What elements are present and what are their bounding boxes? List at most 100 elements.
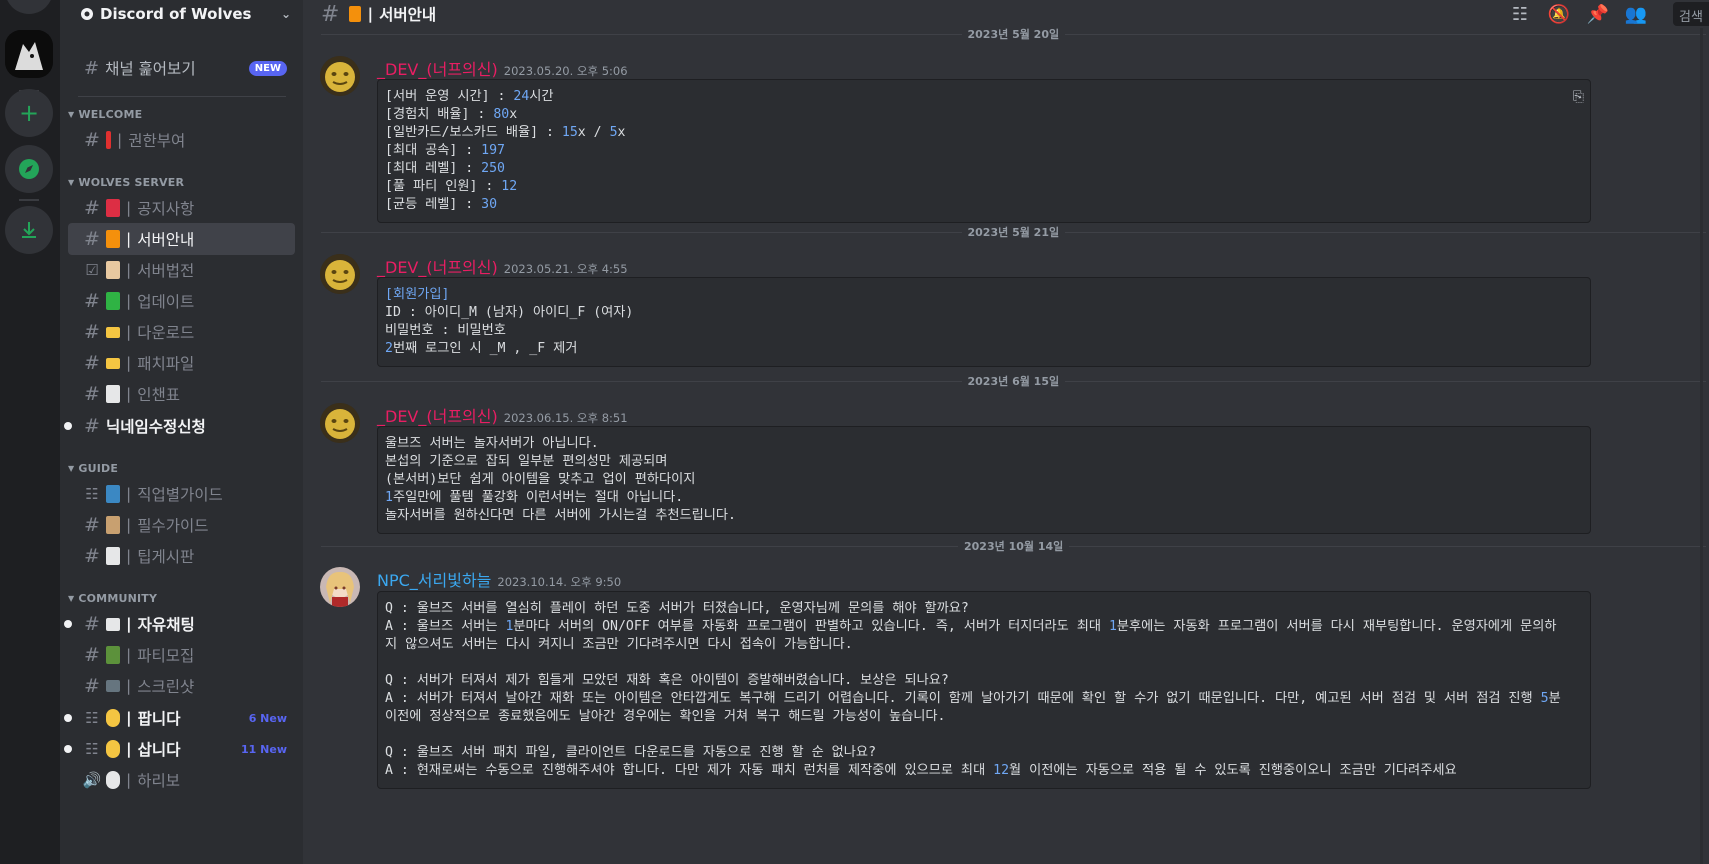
message-timestamp: 2023.05.20. 오후 5:06 [503,64,628,78]
channel-label: 팝니다 [137,710,181,728]
download-icon [22,222,36,238]
page-emoji-icon [106,385,120,403]
text-channel-icon: # [84,514,100,536]
message-header: _DEV_(너프의신) 2023.05.21. 오후 4:55 [377,254,628,278]
text-channel-icon: # [84,321,100,343]
channel-item[interactable]: # | 필수가이드 [68,509,295,541]
mute-icon[interactable]: 🔕 [1546,2,1572,26]
channel-label: 서버법전 [137,262,195,280]
text-channel-icon: # [84,383,100,405]
exclamation-emoji-icon [106,131,111,149]
text-channel-icon: # [84,352,100,374]
user-avatar[interactable] [320,56,360,96]
download-apps-button[interactable] [5,206,53,254]
category-label: GUIDE [78,461,119,475]
channel-label: 직업별가이드 [137,486,223,504]
user-avatar[interactable] [320,254,360,294]
code-line: 비밀번호 : 비밀번호 [385,323,506,338]
author-name[interactable]: NPC_서리빛하늘 [377,571,491,590]
channel-label: 권한부여 [128,132,186,150]
channel-item[interactable]: # | 인챈표 [68,378,295,410]
text-channel-icon: # [84,129,100,151]
message-header: _DEV_(너프의신) 2023.06.15. 오후 8:51 [377,403,628,427]
code-line: Q : 서버가 터져서 제가 힘들게 모았던 재화 혹은 아이템이 증발해버렸습… [385,673,949,688]
message-header: NPC_서리빛하늘 2023.10.14. 오후 9:50 [377,567,621,591]
folder-emoji-icon [106,357,120,369]
channel-item-selected[interactable]: # | 서버안내 [68,223,295,255]
author-name[interactable]: _DEV_(너프의신) [377,407,498,426]
channel-item[interactable]: # | 권한부여 [68,124,295,156]
category-community[interactable]: ▼ COMMUNITY [68,590,157,606]
unread-indicator [64,714,72,722]
date-divider-label: 2023년 5월 20일 [961,26,1066,42]
code-line: [서버 운영 시간] : 24시간 [385,89,554,104]
chevron-down-icon: ▼ [68,463,75,473]
channel-label: 필수가이드 [137,517,209,535]
channel-label: 패치파일 [137,355,195,373]
browse-channels[interactable]: # 채널 훑어보기 NEW [68,52,295,84]
speech-bubble-emoji-icon [106,617,120,631]
channel-title: | 서버안내 [349,3,436,25]
code-line: 놀자서버를 원하신다면 다른 서버에 가시는걸 추천드립니다. [385,508,736,523]
copy-icon[interactable]: ⎘ [1573,88,1584,106]
channel-item[interactable]: # | 패치파일 [68,347,295,379]
channel-item[interactable]: # | 다운로드 [68,316,295,348]
search-input[interactable]: 검색 [1673,2,1709,26]
explore-servers-button[interactable] [5,145,53,193]
add-server-button[interactable]: + [5,89,53,137]
channel-item[interactable]: # | 공지사항 [68,192,295,224]
forum-channel-icon: ☷ [85,740,99,758]
user-avatar[interactable] [320,403,360,443]
channel-item-unread[interactable]: ☷ | 팝니다 6 New [64,702,295,734]
text-channel-icon: # [84,644,100,666]
channel-item-unread[interactable]: ☷ | 삽니다 11 New [64,733,295,765]
category-guide[interactable]: ▼ GUIDE [68,460,118,476]
pin-icon[interactable]: 📌 [1585,2,1611,26]
channel-item-unread[interactable]: # 닉네임수정신청 [64,410,295,442]
camera-emoji-icon [106,680,120,692]
unread-indicator [64,620,72,628]
channel-label: 스크린샷 [137,678,195,696]
scrollbar-track[interactable] [1700,0,1703,864]
date-divider: 2023년 5월 20일 [321,26,1706,42]
code-line: A : 울브즈 서버는 1분마다 서버의 ON/OFF 여부를 자동화 프로그램… [385,619,1557,634]
guild-header[interactable]: Discord of Wolves ⌄ [60,0,303,28]
channel-item[interactable]: # | 팁게시판 [68,540,295,572]
new-posts-badge: 6 New [248,711,287,725]
message-timestamp: 2023.05.21. 오후 4:55 [503,262,628,276]
text-channel-icon: # [84,545,100,567]
code-line: 2번째 로그인 시 _M , _F 제거 [385,341,578,356]
category-welcome[interactable]: ▼ WELCOME [68,106,142,122]
members-icon[interactable]: 👥 [1623,2,1649,26]
server-icon-wolves[interactable] [5,30,53,78]
text-channel-icon: # [84,675,100,697]
channel-item[interactable]: # | 스크린샷 [68,670,295,702]
category-wolves-server[interactable]: ▼ WOLVES SERVER [68,174,184,190]
author-name[interactable]: _DEV_(너프의신) [377,60,498,79]
channel-item[interactable]: # | 파티모집 [68,639,295,671]
author-name[interactable]: _DEV_(너프의신) [377,258,498,277]
money-bag-emoji-icon [106,709,120,727]
text-channel-icon: # [84,228,100,250]
category-label: WELCOME [78,107,143,121]
message-timestamp: 2023.10.14. 오후 9:50 [497,575,622,589]
channel-item[interactable]: ☑ | 서버법전 [68,254,295,286]
new-badge: NEW [248,60,287,76]
category-label: WOLVES SERVER [78,175,185,189]
home-button[interactable] [5,0,53,14]
discord-window: + Discord of Wolves ⌄ # 채널 훑어보기 NEW ▼ WEL… [0,0,1709,864]
user-avatar[interactable] [320,567,360,607]
guild-name: Discord of Wolves [100,5,252,23]
browse-channels-icon: # [84,57,100,79]
search-placeholder: 검색 [1679,10,1703,25]
channel-label: 자유채팅 [137,616,195,634]
channel-item[interactable]: # | 업데이트 [68,285,295,317]
channel-item-unread[interactable]: # | 자유채팅 [64,608,295,640]
green-book-emoji-icon [106,292,120,310]
rules-channel-icon: ☑ [85,261,99,279]
channel-item[interactable]: ☷ | 직업별가이드 [68,478,295,510]
folder-emoji-icon [106,326,120,338]
channel-item[interactable]: 🔊 | 하리보 [68,764,295,796]
threads-icon[interactable]: ☷ [1507,2,1533,26]
